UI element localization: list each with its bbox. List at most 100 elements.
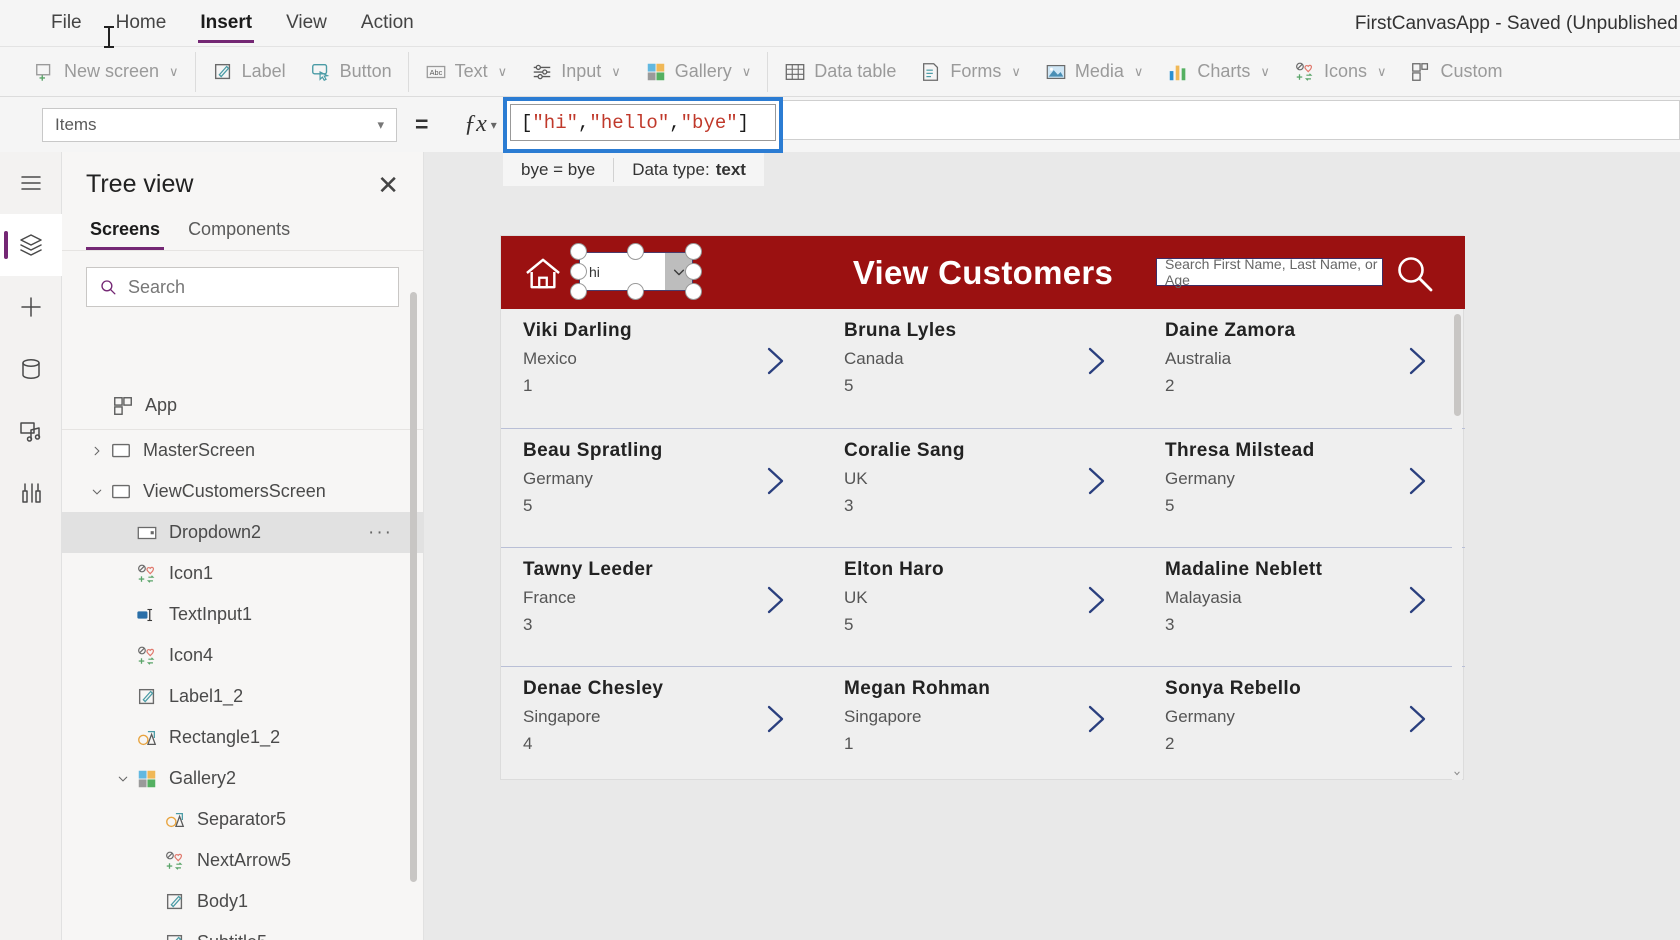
menu-item-file[interactable]: File — [34, 0, 99, 47]
resize-handle-bottom-center[interactable] — [627, 283, 644, 300]
next-arrow-icon[interactable] — [1403, 584, 1431, 616]
rail-button-advanced-tools[interactable] — [0, 462, 62, 524]
rail-button-data[interactable] — [0, 338, 62, 400]
tree-node-separator5[interactable]: Separator5 — [62, 799, 423, 840]
tree-node-gallery2[interactable]: Gallery2 — [62, 758, 423, 799]
resize-handle-bottom-left[interactable] — [570, 283, 587, 300]
tree-search-placeholder: Search — [128, 276, 186, 297]
property-select[interactable]: Items ▾ — [42, 107, 397, 142]
gallery-item[interactable]: Coralie Sang UK 3 — [822, 429, 1143, 547]
ribbon-button-charts[interactable]: Charts ∨ — [1155, 51, 1282, 93]
next-arrow-icon[interactable] — [1082, 703, 1110, 735]
gallery-item[interactable]: Madaline Neblett Malayasia 3 — [1143, 548, 1464, 666]
ribbon-button-label: Custom — [1440, 61, 1503, 81]
ribbon-button-text[interactable]: Abc Text ∨ — [413, 51, 520, 93]
property-select-value: Items — [55, 114, 97, 134]
tree-node-viewcustomersscreen[interactable]: ViewCustomersScreen — [62, 471, 423, 512]
datatype-label: Data type: — [632, 159, 710, 179]
ribbon-button-custom[interactable]: Custom — [1398, 51, 1514, 93]
resize-handle-middle-right[interactable] — [685, 263, 702, 280]
search-icon[interactable] — [1394, 253, 1436, 295]
gallery-item[interactable]: Elton Haro UK 5 — [822, 548, 1143, 666]
tree-node-app[interactable]: App — [62, 382, 423, 430]
customer-name: Tawny Leeder — [523, 559, 654, 580]
rail-button-media[interactable] — [0, 400, 62, 462]
chevron-down-icon[interactable] — [110, 773, 136, 785]
ribbon-button-forms[interactable]: Forms ∨ — [908, 51, 1033, 93]
ribbon-button-data-table[interactable]: Data table — [772, 51, 908, 93]
resize-handle-middle-left[interactable] — [570, 263, 587, 280]
ribbon-button-button[interactable]: Button — [298, 51, 404, 93]
tree-node-subtitle5[interactable]: Subtitle5 — [62, 922, 423, 940]
menu-item-label: Insert — [200, 12, 253, 33]
gallery-item[interactable]: Sonya Rebello Germany 2 — [1143, 667, 1464, 781]
gallery-item[interactable]: Tawny Leeder France 3 — [501, 548, 822, 666]
rail-button-tree-view[interactable] — [0, 214, 62, 276]
rail-button-insert[interactable] — [0, 276, 62, 338]
tree-tab-components[interactable]: Components — [184, 215, 294, 250]
scroll-down-icon[interactable] — [1451, 767, 1462, 778]
menu-item-action[interactable]: Action — [344, 0, 431, 47]
shape-icon — [164, 809, 186, 831]
tree-search-input[interactable]: Search — [86, 267, 399, 307]
chevron-right-icon[interactable] — [84, 445, 110, 457]
formula-bar-continuation[interactable] — [783, 100, 1680, 140]
gallery-item[interactable]: Bruna Lyles Canada 5 — [822, 309, 1143, 428]
ribbon-button-media[interactable]: Media ∨ — [1033, 51, 1156, 93]
menu-item-insert[interactable]: Insert — [183, 0, 269, 47]
formula-input[interactable]: ["hi", "hello", "bye"] — [510, 104, 776, 141]
gallery-item[interactable]: Viki Darling Mexico 1 — [501, 309, 822, 428]
next-arrow-icon[interactable] — [761, 584, 789, 616]
text-icon: Abc — [425, 61, 447, 83]
next-arrow-icon[interactable] — [1403, 345, 1431, 377]
tree-node-icon1[interactable]: Icon1 — [62, 553, 423, 594]
tree-node-icon4[interactable]: Icon4 — [62, 635, 423, 676]
ribbon-button-gallery[interactable]: Gallery ∨ — [633, 51, 764, 93]
close-icon[interactable]: ✕ — [377, 172, 399, 198]
icons-icon — [136, 563, 158, 585]
next-arrow-icon[interactable] — [1403, 465, 1431, 497]
ribbon-button-new-screen[interactable]: New screen ∨ — [22, 51, 191, 93]
next-arrow-icon[interactable] — [1082, 345, 1110, 377]
resize-handle-bottom-right[interactable] — [685, 283, 702, 300]
next-arrow-icon[interactable] — [1403, 703, 1431, 735]
menu-item-home[interactable]: Home — [99, 0, 184, 47]
tree-tab-screens[interactable]: Screens — [86, 215, 165, 250]
ribbon-button-input[interactable]: Input ∨ — [519, 51, 633, 93]
menu-item-view[interactable]: View — [269, 0, 344, 47]
next-arrow-icon[interactable] — [761, 465, 789, 497]
gallery-item[interactable]: Thresa Milstead Germany 5 — [1143, 429, 1464, 547]
tree-node-nextarrow5[interactable]: NextArrow5 — [62, 840, 423, 881]
resize-handle-top-center[interactable] — [627, 243, 644, 260]
app-search-input[interactable]: Search First Name, Last Name, or Age — [1156, 256, 1383, 288]
left-icon-rail — [0, 152, 62, 940]
next-arrow-icon[interactable] — [761, 345, 789, 377]
resize-handle-top-left[interactable] — [570, 243, 587, 260]
ribbon-button-icons[interactable]: Icons ∨ — [1282, 51, 1399, 93]
more-options-icon[interactable]: ··· — [368, 522, 393, 544]
gallery-icon — [645, 61, 667, 83]
tree-scrollbar[interactable] — [410, 292, 417, 882]
menu-item-label: View — [286, 12, 327, 33]
resize-handle-top-right[interactable] — [685, 243, 702, 260]
gallery-item[interactable]: Denae Chesley Singapore 4 — [501, 667, 822, 781]
tree-node-rectangle1_2[interactable]: Rectangle1_2 — [62, 717, 423, 758]
tree-node-masterscreen[interactable]: MasterScreen — [62, 430, 423, 471]
gallery-item[interactable]: Daine Zamora Australia 2 — [1143, 309, 1464, 428]
gallery-scrollbar-thumb[interactable] — [1454, 314, 1461, 416]
tree-node-body1[interactable]: Body1 — [62, 881, 423, 922]
rail-button-hamburger-menu[interactable] — [0, 152, 62, 214]
chevron-down-icon[interactable] — [84, 486, 110, 498]
dropdown2-control[interactable]: hi — [570, 243, 702, 300]
next-arrow-icon[interactable] — [1082, 465, 1110, 497]
customer-age: 5 — [844, 615, 854, 634]
tree-node-label1_2[interactable]: Label1_2 — [62, 676, 423, 717]
ribbon-button-label[interactable]: Label — [200, 51, 298, 93]
tree-node-dropdown2[interactable]: Dropdown2 ··· — [62, 512, 423, 553]
tree-node-textinput1[interactable]: TextInput1 — [62, 594, 423, 635]
next-arrow-icon[interactable] — [761, 703, 789, 735]
next-arrow-icon[interactable] — [1082, 584, 1110, 616]
gallery-item[interactable]: Beau Spratling Germany 5 — [501, 429, 822, 547]
gallery-item[interactable]: Megan Rohman Singapore 1 — [822, 667, 1143, 781]
search-icon — [101, 279, 116, 295]
